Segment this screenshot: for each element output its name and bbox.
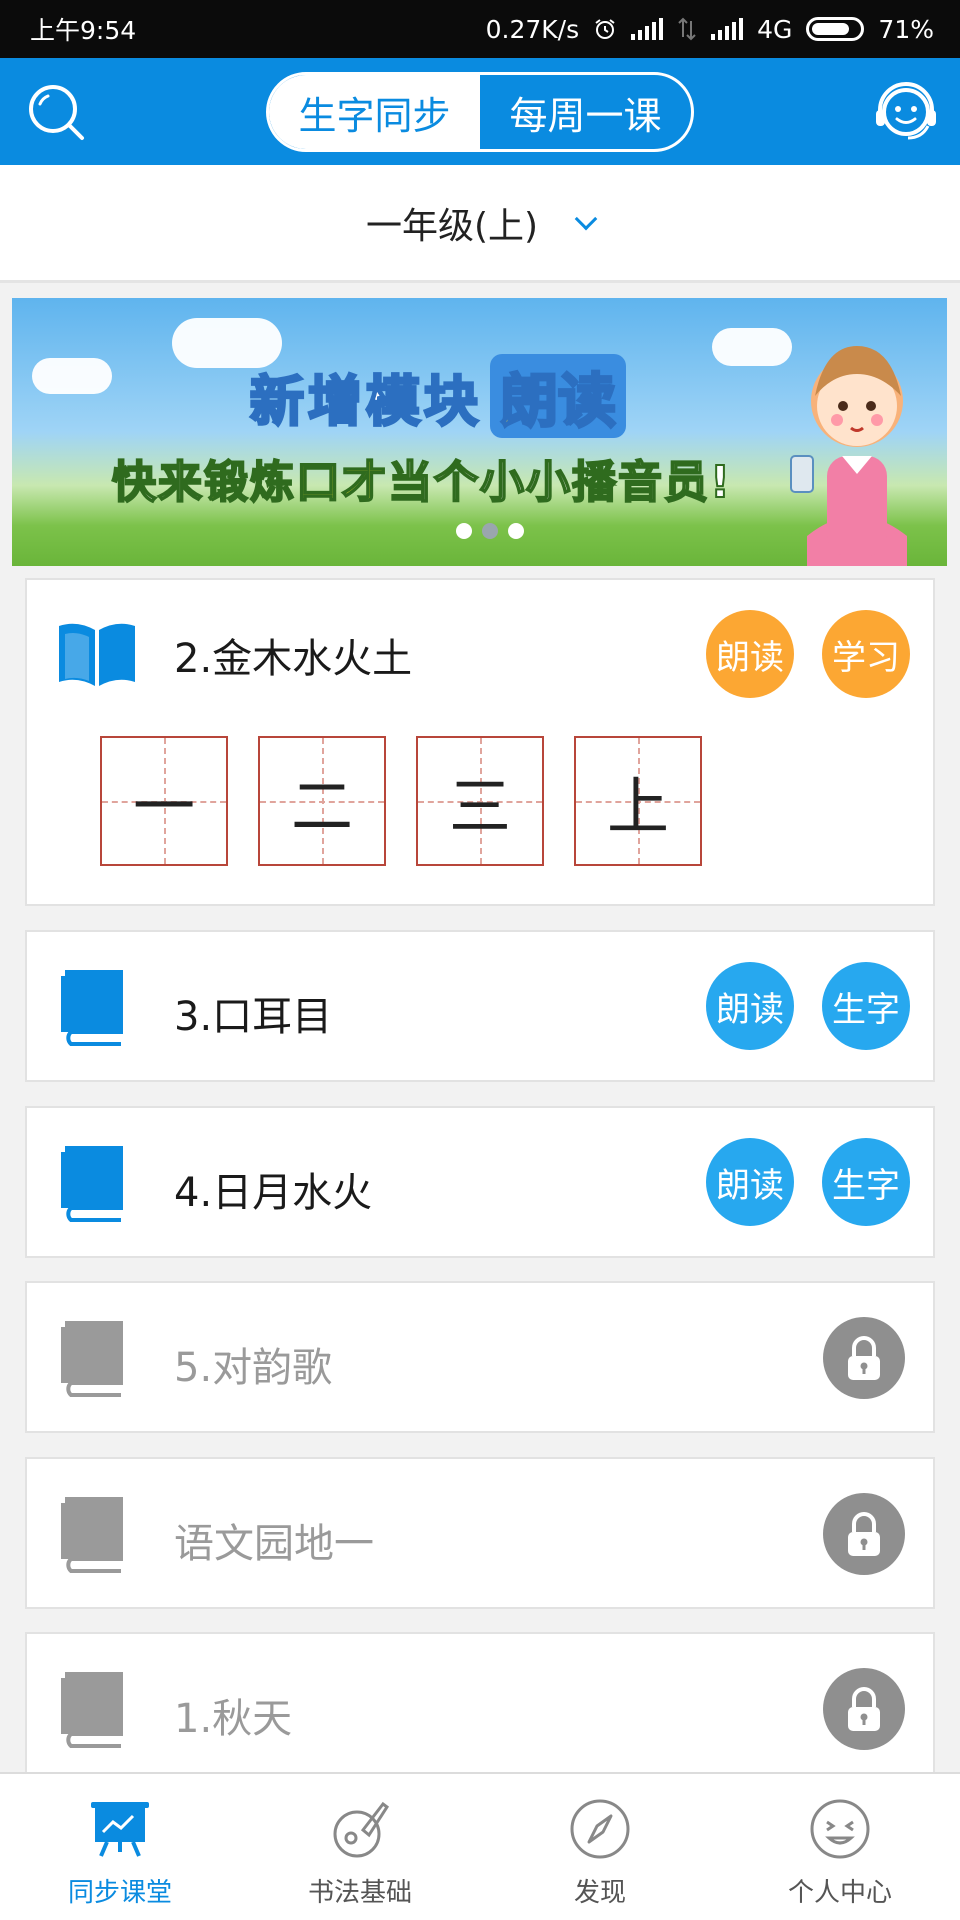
- lesson-title: 5.对韵歌: [174, 1345, 333, 1391]
- lesson-card-4[interactable]: 4.日月水火 朗读 生字: [25, 1106, 935, 1258]
- new-characters-button[interactable]: 生字: [822, 1138, 910, 1226]
- signal-strength-2-icon: [711, 18, 744, 40]
- study-button[interactable]: 学习: [822, 610, 910, 698]
- lock-icon[interactable]: [823, 1493, 905, 1575]
- status-time: 上午9:54: [30, 16, 137, 45]
- grade-selector[interactable]: 一年级(上): [0, 165, 960, 283]
- tab-label: 同步课堂: [67, 1878, 172, 1908]
- book-icon: [61, 1497, 123, 1573]
- tab-label: 发现: [573, 1878, 626, 1908]
- new-characters-button[interactable]: 生字: [822, 962, 910, 1050]
- smiley-face-icon: [810, 1799, 870, 1859]
- battery-icon: [806, 17, 865, 41]
- lock-icon[interactable]: [823, 1317, 905, 1399]
- open-book-icon: [59, 623, 135, 686]
- tab-discover[interactable]: 发现: [480, 1774, 720, 1920]
- character-card[interactable]: 二: [258, 736, 386, 866]
- search-icon[interactable]: [26, 82, 88, 144]
- chevron-down-icon: [574, 207, 598, 230]
- tab-calligraphy-basics[interactable]: 书法基础: [240, 1774, 480, 1920]
- carousel-dot[interactable]: [508, 523, 524, 539]
- carousel-dot-active[interactable]: [482, 523, 498, 539]
- carousel-indicator: [456, 523, 524, 539]
- lesson-title: 3.口耳目: [174, 994, 333, 1040]
- status-indicators: 0.27K/s 4G 71%: [486, 15, 934, 44]
- lesson-title: 2.金木水火土: [174, 636, 413, 682]
- book-icon: [61, 1321, 123, 1397]
- palette-brush-icon: [333, 1801, 390, 1858]
- tab-label: 书法基础: [307, 1878, 412, 1908]
- lesson-card-5[interactable]: 5.对韵歌: [25, 1281, 935, 1433]
- signal-strength-icon: [631, 18, 664, 40]
- banner-title: 新增模块 朗读: [249, 354, 627, 438]
- cloud-decoration: [32, 358, 112, 394]
- banner-subtitle: 快来锻炼口才当个小小播音员!: [111, 456, 733, 509]
- lesson-title: 4.日月水火: [174, 1170, 373, 1216]
- lesson-title: 1.秋天: [174, 1696, 293, 1742]
- character-card[interactable]: 三: [416, 736, 544, 866]
- read-aloud-button[interactable]: 朗读: [706, 610, 794, 698]
- book-icon: [61, 1672, 123, 1748]
- lock-icon[interactable]: [823, 1668, 905, 1750]
- network-speed: 0.27K/s: [485, 14, 580, 44]
- app-header: 生字同步 每周一课: [0, 58, 960, 165]
- bottom-tab-bar: 同步课堂 书法基础 发现 个人中心: [0, 1772, 960, 1920]
- network-type: 4G: [757, 14, 793, 44]
- tab-label: 个人中心: [787, 1878, 892, 1908]
- status-bar: 上午9:54 0.27K/s 4G 71%: [0, 0, 960, 58]
- tab-personal-center[interactable]: 个人中心: [720, 1774, 960, 1920]
- book-icon: [61, 970, 123, 1046]
- grade-label: 一年级(上): [365, 205, 539, 247]
- alarm-icon: [595, 19, 615, 39]
- book-icon: [61, 1146, 123, 1222]
- lesson-card-review[interactable]: 语文园地一: [25, 1457, 935, 1609]
- read-aloud-button[interactable]: 朗读: [706, 962, 794, 1050]
- cloud-decoration: [712, 328, 792, 366]
- lesson-card-2[interactable]: 2.金木水火土 朗读 学习 一 二 三 上: [25, 578, 935, 906]
- compass-icon: [570, 1799, 630, 1859]
- lesson-card-3[interactable]: 3.口耳目 朗读 生字: [25, 930, 935, 1082]
- presentation-board-icon: [91, 1802, 149, 1857]
- carousel-dot[interactable]: [456, 523, 472, 539]
- character-card[interactable]: 上: [574, 736, 702, 866]
- character-card[interactable]: 一: [100, 736, 228, 866]
- promo-banner[interactable]: 新增模块 朗读 快来锻炼口才当个小小播音员!: [12, 298, 947, 566]
- battery-percent: 71%: [878, 14, 934, 44]
- girl-illustration: [790, 346, 907, 566]
- tab-sync-classroom[interactable]: 同步课堂: [0, 1774, 240, 1920]
- read-aloud-button[interactable]: 朗读: [706, 1138, 794, 1226]
- data-transfer-icon: [678, 17, 696, 41]
- tab-weekly-lesson[interactable]: 每周一课: [480, 75, 691, 149]
- lesson-card-autumn[interactable]: 1.秋天: [25, 1632, 935, 1784]
- mode-switch: 生字同步 每周一课: [266, 72, 694, 152]
- customer-service-icon[interactable]: [872, 78, 940, 146]
- tab-sync-characters[interactable]: 生字同步: [269, 75, 480, 149]
- lesson-title: 语文园地一: [174, 1521, 374, 1567]
